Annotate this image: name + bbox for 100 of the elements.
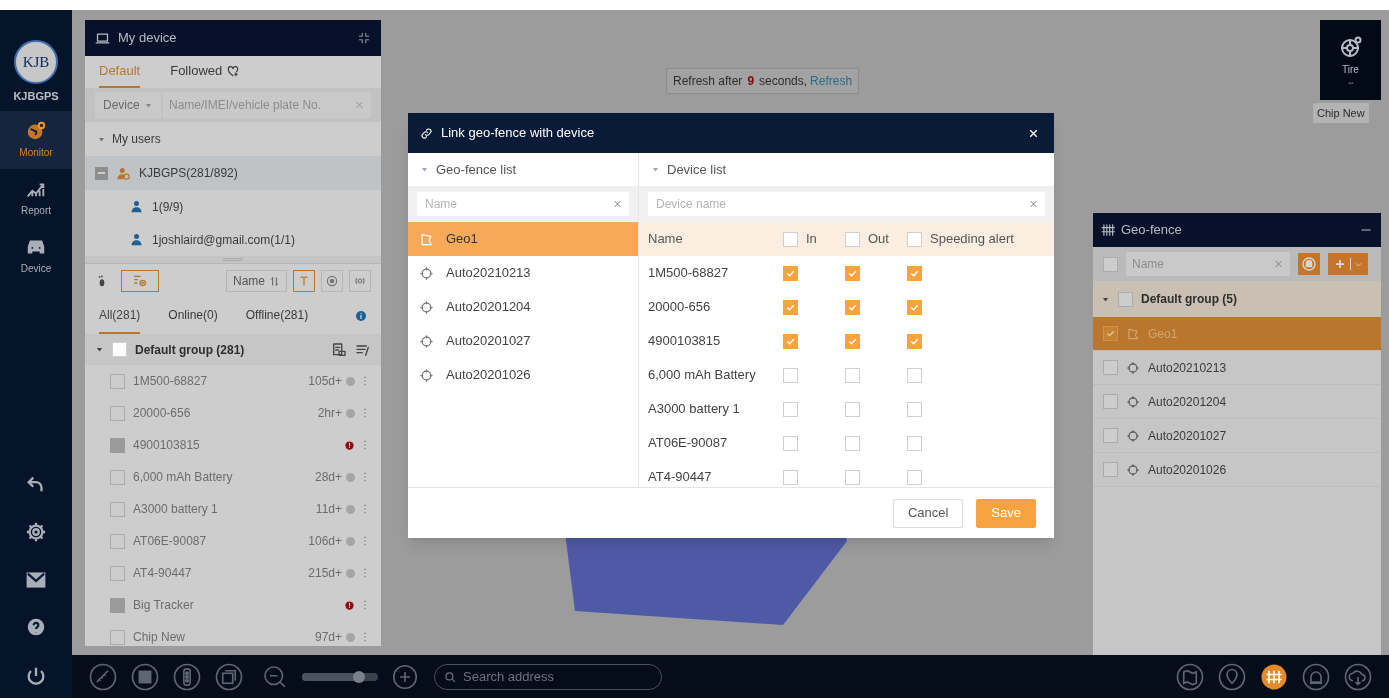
alarm-button[interactable] xyxy=(1301,661,1331,692)
tree-toggle[interactable]: My users xyxy=(85,122,381,156)
caret-icon[interactable] xyxy=(95,345,104,354)
filter-tab[interactable]: Online(0) xyxy=(168,298,218,334)
address-search-field[interactable]: Search address xyxy=(434,663,662,690)
checkbox[interactable] xyxy=(112,342,127,357)
cancel-button[interactable]: Cancel xyxy=(892,498,964,528)
geofence-list-item[interactable]: Auto20210213 xyxy=(408,256,638,290)
clear-icon[interactable] xyxy=(354,99,365,111)
clear-icon[interactable] xyxy=(1028,198,1039,210)
checkbox[interactable] xyxy=(110,533,125,549)
geofence-row[interactable]: Auto20201026 xyxy=(1093,453,1381,487)
device-row[interactable]: 1M500-68827 105d+ xyxy=(85,365,381,397)
sort-button[interactable]: Name xyxy=(226,270,287,292)
checkbox[interactable] xyxy=(110,565,125,581)
checkbox[interactable] xyxy=(110,373,125,389)
device-row[interactable]: A3000 battery 1 11d+ xyxy=(85,493,381,525)
checkbox[interactable] xyxy=(845,469,860,485)
target-button[interactable] xyxy=(321,270,343,292)
traffic-light-button[interactable] xyxy=(172,661,202,692)
layers-button[interactable] xyxy=(214,661,244,692)
device-row[interactable]: AT06E-90087 106d+ xyxy=(85,525,381,557)
checkbox[interactable] xyxy=(783,231,798,247)
zoom-slider[interactable] xyxy=(302,672,378,681)
checkbox[interactable] xyxy=(1118,291,1133,307)
geofence-list-item[interactable]: Auto20201027 xyxy=(408,324,638,358)
checkbox[interactable] xyxy=(110,405,125,421)
tree-item[interactable]: 1(9/9) xyxy=(85,190,381,223)
checkbox[interactable] xyxy=(110,469,125,485)
device-row[interactable]: 20000-656 2hr+ xyxy=(85,397,381,429)
nav-item[interactable]: Report xyxy=(0,168,72,227)
checkbox[interactable] xyxy=(110,629,125,645)
geofence-row[interactable]: Auto20201027 xyxy=(1093,419,1381,453)
add-button[interactable] xyxy=(1328,253,1368,275)
location-button[interactable] xyxy=(1217,661,1247,692)
search-field[interactable]: Name/IMEI/vehicle plate No. xyxy=(163,92,371,118)
geofence-list-item[interactable]: Auto20201204 xyxy=(408,290,638,324)
checkbox[interactable] xyxy=(1103,256,1118,272)
download-button[interactable] xyxy=(1343,661,1373,692)
checkbox[interactable] xyxy=(845,435,860,451)
checkbox[interactable] xyxy=(783,299,798,315)
checkbox[interactable] xyxy=(845,299,860,315)
nav-item[interactable]: Device xyxy=(0,226,72,285)
search-field[interactable]: Name xyxy=(1126,252,1290,276)
checkbox[interactable] xyxy=(1103,394,1118,409)
checkbox[interactable] xyxy=(110,437,125,453)
checkbox[interactable] xyxy=(1103,428,1118,443)
collapse-box[interactable] xyxy=(95,166,108,180)
ruler-button[interactable] xyxy=(88,661,118,692)
device-row[interactable]: 6,000 mAh Battery 28d+ xyxy=(85,461,381,493)
checkbox[interactable] xyxy=(845,265,860,281)
collapse-icon[interactable] xyxy=(357,31,371,45)
device-row[interactable]: Chip New 97d+ xyxy=(85,621,381,646)
checkbox[interactable] xyxy=(907,265,922,281)
checkbox[interactable] xyxy=(907,299,922,315)
area-button[interactable] xyxy=(130,661,160,692)
list-view-button[interactable] xyxy=(121,270,159,292)
geofence-row[interactable]: Auto20210213 xyxy=(1093,351,1381,385)
filter-tab[interactable]: Offline(281) xyxy=(245,298,309,334)
tree-item[interactable]: KJBGPS(281/892) xyxy=(85,156,381,190)
tire-widget[interactable]: Tire xyxy=(1320,20,1381,100)
device-row[interactable]: 4900103815 xyxy=(85,429,381,461)
checkbox[interactable] xyxy=(1103,360,1118,375)
nav-item[interactable]: Monitor xyxy=(0,110,72,169)
device-row[interactable]: AT4-90447 215d+ xyxy=(85,557,381,589)
geofence-row[interactable]: Auto20201204 xyxy=(1093,385,1381,419)
checkbox[interactable] xyxy=(907,401,922,417)
checkbox[interactable] xyxy=(907,469,922,485)
checkbox[interactable] xyxy=(783,367,798,383)
checkbox[interactable] xyxy=(110,597,125,613)
checkbox[interactable] xyxy=(845,401,860,417)
checkbox[interactable] xyxy=(907,231,922,247)
text-toggle-button[interactable] xyxy=(293,270,315,292)
resize-handle[interactable] xyxy=(85,256,381,264)
search-field[interactable]: Device name xyxy=(648,192,1045,216)
checkbox[interactable] xyxy=(845,333,860,349)
checkbox[interactable] xyxy=(907,435,922,451)
geofence-list-item[interactable]: Geo1 xyxy=(408,222,638,256)
car-list-icon[interactable] xyxy=(331,341,347,358)
tree-item[interactable]: 1joshlaird@gmail.com(1/1) xyxy=(85,223,381,256)
checkbox[interactable] xyxy=(783,469,798,485)
checkbox[interactable] xyxy=(783,435,798,451)
map-button[interactable] xyxy=(1175,661,1205,692)
zoom-thumb[interactable] xyxy=(353,670,365,683)
device-row[interactable]: Big Tracker xyxy=(85,589,381,621)
clear-icon[interactable] xyxy=(612,198,623,210)
checkbox[interactable] xyxy=(1103,326,1118,341)
geofence-list-item[interactable]: Auto20201026 xyxy=(408,358,638,392)
checkbox[interactable] xyxy=(783,333,798,349)
signal-button[interactable] xyxy=(349,270,371,292)
checkbox[interactable] xyxy=(907,333,922,349)
checkbox[interactable] xyxy=(110,501,125,517)
checkbox[interactable] xyxy=(907,367,922,383)
search-field[interactable]: Name xyxy=(417,192,629,216)
alarm-button[interactable] xyxy=(1298,253,1320,275)
tab[interactable]: Followed xyxy=(170,56,241,88)
checkbox[interactable] xyxy=(845,367,860,383)
info-icon[interactable] xyxy=(355,310,367,322)
checkbox[interactable] xyxy=(783,265,798,281)
checkbox[interactable] xyxy=(1103,462,1118,477)
